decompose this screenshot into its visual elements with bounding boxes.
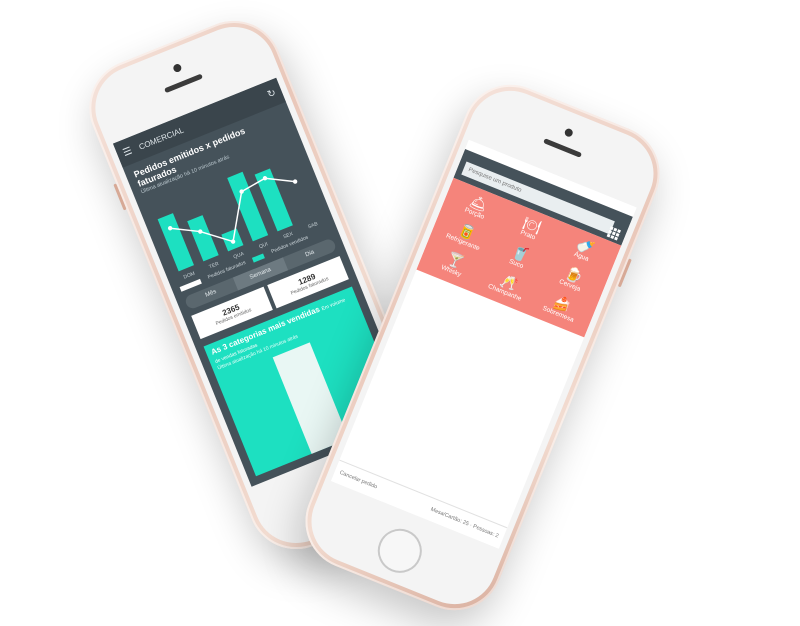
x-tick-label: SAB bbox=[307, 221, 319, 231]
bar-ter bbox=[187, 215, 219, 262]
x-tick-label: TER bbox=[208, 261, 220, 270]
line-point-sab bbox=[292, 179, 298, 184]
x-tick-label: SEX bbox=[282, 231, 294, 241]
legend-swatch-vendidos bbox=[252, 252, 266, 262]
x-tick-label: QUI bbox=[258, 241, 268, 250]
menu-icon[interactable]: ☰ bbox=[121, 145, 133, 159]
order-screen: 🛎Porção🍽Prato🍼Água🥫Refrigerante🥤Suco🍺Cer… bbox=[330, 139, 637, 549]
refresh-icon[interactable]: ↻ bbox=[266, 87, 278, 100]
